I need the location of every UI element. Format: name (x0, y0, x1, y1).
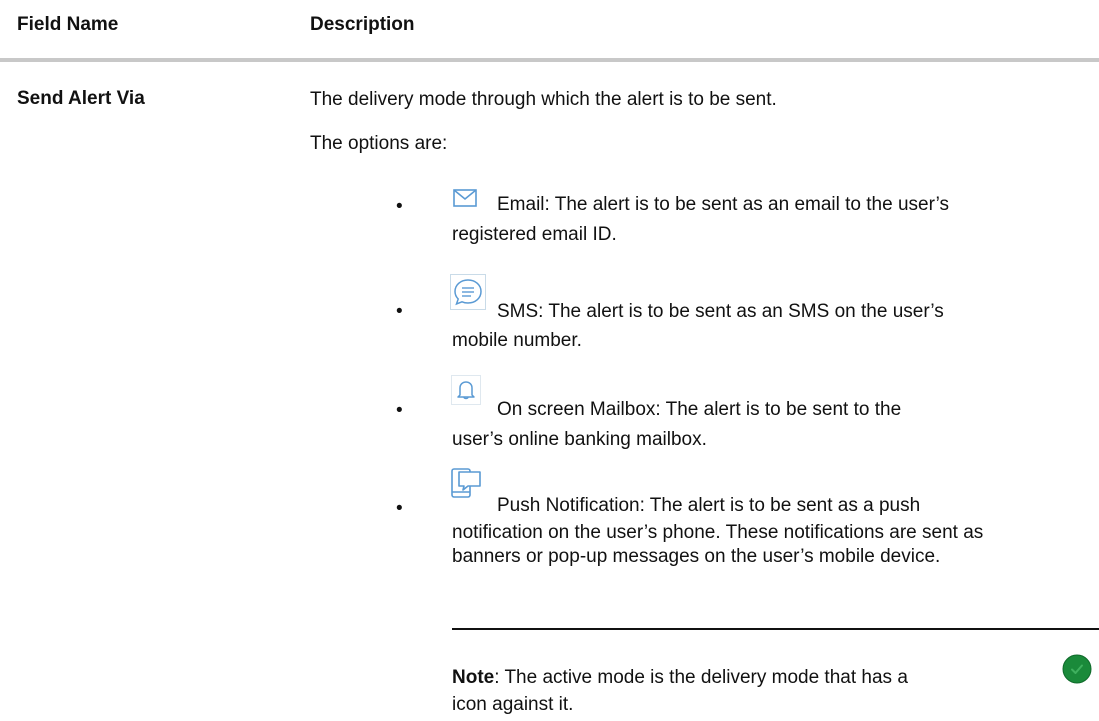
option-text-mailbox-rest: user’s online banking mailbox. (452, 429, 707, 450)
option-text-push: Push Notification: The alert is to be se… (497, 495, 921, 516)
option-text-email: Email: The alert is to be sent as an ema… (497, 193, 1093, 217)
column-header-description: Description (310, 14, 415, 35)
bell-icon (451, 375, 481, 410)
option-text-email-line1: Email: The alert is to be sent as an ema… (497, 194, 950, 215)
bullet-icon: • (396, 498, 403, 519)
option-text-sms-rest: mobile number. (452, 330, 582, 351)
push-notification-icon (449, 466, 483, 505)
option-text-mailbox: On screen Mailbox: The alert is to be se… (497, 399, 902, 420)
note-divider (452, 628, 1099, 630)
chat-bubble-icon (450, 274, 486, 310)
bullet-icon: • (396, 196, 403, 217)
description-intro: The delivery mode through which the aler… (310, 89, 777, 110)
note-label: Note (452, 667, 495, 688)
option-text-sms: SMS: The alert is to be sent as an SMS o… (497, 301, 944, 322)
field-name-cell: Send Alert Via (17, 88, 145, 109)
note-body-end: icon against it. (452, 694, 574, 715)
header-divider (0, 58, 1099, 62)
note-text: Note: The active mode is the delivery mo… (452, 664, 1047, 718)
envelope-icon (452, 186, 480, 215)
bullet-icon: • (396, 400, 403, 421)
option-text-email-rest: registered email ID. (452, 224, 617, 245)
bullet-icon: • (396, 301, 403, 322)
active-check-icon (1062, 654, 1092, 689)
options-label: The options are: (310, 133, 448, 154)
column-header-field-name: Field Name (17, 14, 119, 35)
option-text-push-rest: notification on the user’s phone. These … (452, 522, 984, 567)
note-body: : The active mode is the delivery mode t… (494, 667, 908, 688)
